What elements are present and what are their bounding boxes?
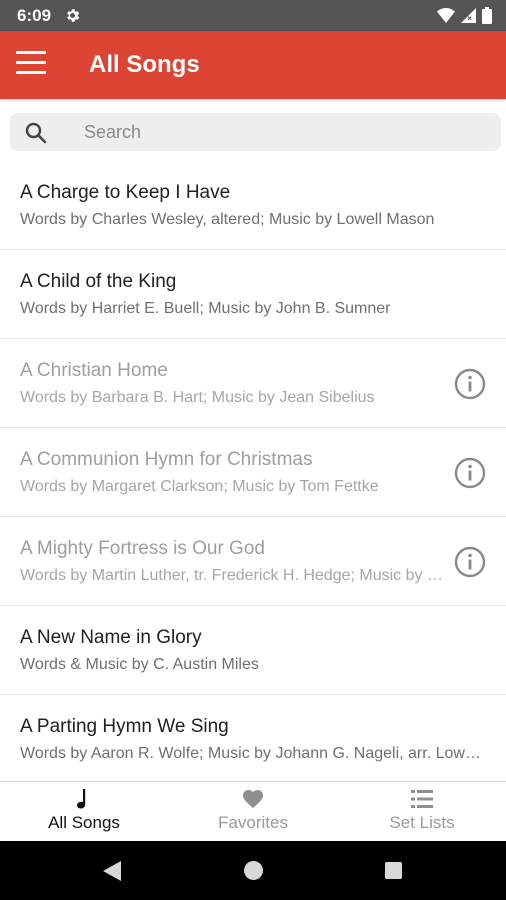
search-icon bbox=[25, 122, 47, 144]
info-icon[interactable] bbox=[454, 457, 486, 489]
song-title: A Mighty Fortress is Our God bbox=[20, 538, 265, 559]
back-icon[interactable] bbox=[103, 861, 121, 881]
tab-label: Favorites bbox=[218, 813, 288, 832]
song-credits: Words by Charles Wesley, altered; Music … bbox=[20, 211, 435, 228]
app-bar: All Songs bbox=[0, 31, 506, 99]
system-nav-bar bbox=[0, 841, 506, 900]
search-input[interactable] bbox=[84, 113, 484, 151]
bottom-nav: All Songs Favorites Set Lists bbox=[0, 781, 506, 841]
song-list-item[interactable]: A Parting Hymn We Sing Words by Aaron R.… bbox=[0, 695, 506, 781]
tab-label: All Songs bbox=[48, 813, 120, 832]
song-credits: Words by Aaron R. Wolfe; Music by Johann… bbox=[20, 745, 482, 762]
song-list-item[interactable]: A Mighty Fortress is Our God Words by Ma… bbox=[0, 517, 506, 606]
song-credits: Words & Music by C. Austin Miles bbox=[20, 656, 259, 673]
music-note-icon bbox=[77, 789, 86, 809]
song-title: A Christian Home bbox=[20, 360, 168, 381]
search-bar[interactable] bbox=[10, 113, 501, 151]
status-indicators bbox=[437, 7, 492, 24]
page-title: All Songs bbox=[89, 51, 200, 78]
signal-icon bbox=[461, 8, 476, 23]
wifi-icon bbox=[437, 8, 455, 23]
song-title: A Parting Hymn We Sing bbox=[20, 716, 229, 737]
song-list-item[interactable]: A Communion Hymn for Christmas Words by … bbox=[0, 428, 506, 517]
song-list-item[interactable]: A Child of the King Words by Harriet E. … bbox=[0, 250, 506, 339]
tab-label: Set Lists bbox=[389, 813, 455, 832]
tab-all-songs[interactable]: All Songs bbox=[0, 782, 168, 842]
list-icon bbox=[411, 790, 433, 808]
song-title: A Charge to Keep I Have bbox=[20, 182, 231, 203]
info-icon[interactable] bbox=[454, 368, 486, 400]
settings-gear-icon bbox=[67, 9, 80, 22]
song-title: A Communion Hymn for Christmas bbox=[20, 449, 313, 470]
song-credits: Words by Margaret Clarkson; Music by Tom… bbox=[20, 478, 379, 495]
status-bar: 6:09 bbox=[0, 0, 506, 31]
song-credits: Words by Martin Luther, tr. Frederick H.… bbox=[20, 567, 452, 584]
song-list-item[interactable]: A Charge to Keep I Have Words by Charles… bbox=[0, 161, 506, 250]
menu-icon[interactable] bbox=[16, 51, 46, 77]
battery-icon bbox=[482, 7, 492, 24]
tab-set-lists[interactable]: Set Lists bbox=[338, 782, 506, 842]
song-credits: Words by Harriet E. Buell; Music by John… bbox=[20, 300, 391, 317]
info-icon[interactable] bbox=[454, 546, 486, 578]
song-list: A Charge to Keep I Have Words by Charles… bbox=[0, 161, 506, 781]
tab-favorites[interactable]: Favorites bbox=[169, 782, 337, 842]
status-time: 6:09 bbox=[17, 6, 52, 25]
song-credits: Words by Barbara B. Hart; Music by Jean … bbox=[20, 389, 375, 406]
home-icon[interactable] bbox=[244, 861, 263, 880]
song-title: A Child of the King bbox=[20, 271, 177, 292]
song-list-item[interactable]: A New Name in Glory Words & Music by C. … bbox=[0, 606, 506, 695]
recent-apps-icon[interactable] bbox=[385, 862, 402, 879]
song-list-item[interactable]: A Christian Home Words by Barbara B. Har… bbox=[0, 339, 506, 428]
heart-icon bbox=[243, 790, 263, 808]
song-title: A New Name in Glory bbox=[20, 627, 202, 648]
